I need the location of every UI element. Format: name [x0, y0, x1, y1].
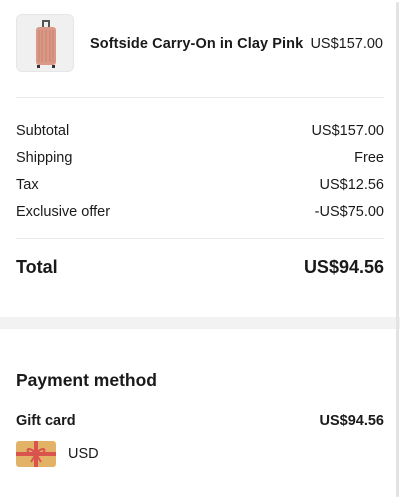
shipping-row: Shipping Free — [16, 148, 384, 168]
gift-card-row[interactable]: Gift card US$94.56 — [16, 411, 384, 431]
scrollbar[interactable] — [396, 2, 399, 497]
summary-label: Exclusive offer — [16, 204, 111, 220]
checkout-summary: Softside Carry-On in Clay Pink US$157.00… — [0, 0, 400, 500]
gift-card-icon — [16, 441, 56, 467]
total-row: Total US$94.56 — [16, 255, 384, 279]
summary-label: Subtotal — [16, 123, 70, 139]
payment-method-label: Gift card — [16, 413, 76, 429]
payment-method-title: Payment method — [16, 370, 157, 390]
exclusive-offer-row: Exclusive offer -US$75.00 — [16, 202, 384, 222]
tax-row: Tax US$12.56 — [16, 175, 384, 195]
divider — [16, 97, 384, 98]
summary-label: Tax — [16, 177, 39, 193]
summary-label: Shipping — [16, 150, 73, 166]
section-separator — [0, 317, 400, 329]
summary-value: US$157.00 — [311, 123, 384, 139]
summary-value: -US$75.00 — [314, 204, 384, 220]
payment-method-amount: US$94.56 — [319, 413, 385, 429]
subtotal-row: Subtotal US$157.00 — [16, 121, 384, 141]
gift-card-currency: USD — [16, 441, 99, 467]
summary-value: Free — [354, 150, 384, 166]
total-value: US$94.56 — [303, 256, 384, 277]
summary-value: US$12.56 — [319, 177, 385, 193]
product-thumbnail — [16, 14, 74, 72]
currency-label: USD — [68, 446, 99, 462]
total-label: Total — [16, 256, 58, 277]
divider — [16, 238, 384, 239]
product-name: Softside Carry-On in Clay Pink — [90, 36, 304, 52]
product-row: Softside Carry-On in Clay Pink US$157.00 — [0, 0, 400, 98]
suitcase-icon — [36, 20, 56, 68]
product-price: US$157.00 — [310, 36, 383, 52]
